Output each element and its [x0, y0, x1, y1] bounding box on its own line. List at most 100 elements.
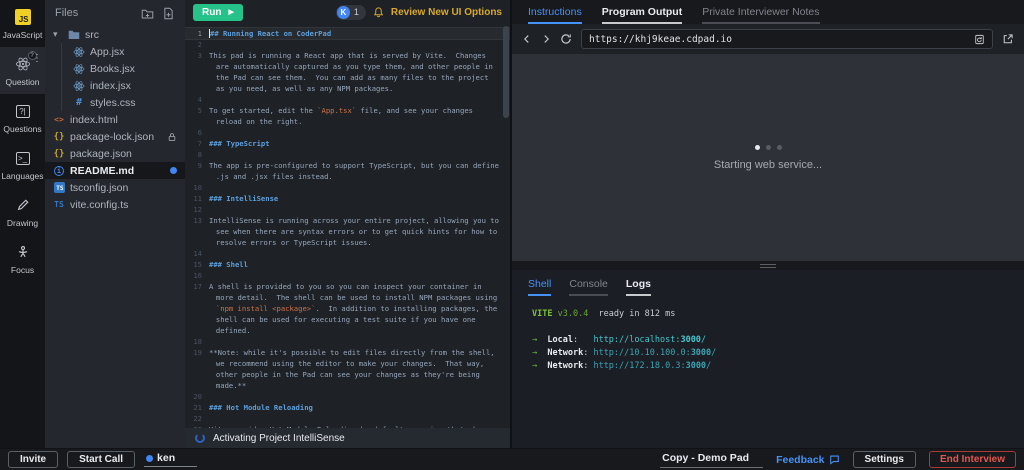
editor-scrollbar[interactable] [503, 26, 509, 118]
sidebar-item-drawing[interactable]: Drawing [0, 188, 45, 235]
line-number: 10 [185, 182, 209, 193]
line-number: 9 [185, 160, 209, 182]
code-line: 20 [185, 391, 510, 402]
code-line: 18 [185, 336, 510, 347]
file-panel: Files ▾srcApp.jsxBooks.jsxindex.jsx#styl… [45, 0, 185, 448]
file-tree-item-tsconfig-json[interactable]: TStsconfig.json [45, 179, 185, 196]
invite-button[interactable]: Invite [8, 451, 58, 468]
file-tree-item-src[interactable]: ▾src [45, 26, 185, 43]
start-call-button[interactable]: Start Call [67, 451, 135, 468]
file-name: index.jsx [90, 80, 131, 92]
review-new-ui-options-link[interactable]: Review New UI Options [391, 7, 502, 18]
code-line: 2 [185, 39, 510, 50]
line-number: 3 [185, 50, 209, 94]
presence-badge[interactable]: K 1 [336, 5, 366, 20]
code-line: 12 [185, 204, 510, 215]
bell-icon[interactable] [373, 6, 384, 18]
tab-program-output[interactable]: Program Output [602, 6, 683, 24]
code-line: 22 [185, 413, 510, 424]
end-interview-button[interactable]: End Interview [929, 451, 1016, 468]
file-tree-item-index-html[interactable]: <>index.html [45, 111, 185, 128]
file-tree-item-styles-css[interactable]: # styles.css [45, 94, 185, 111]
line-number: 20 [185, 391, 209, 402]
line-number: 6 [185, 127, 209, 138]
user-name-field[interactable]: ken [144, 452, 197, 467]
unsaved-dot [170, 167, 177, 174]
reload-icon[interactable] [560, 33, 572, 45]
sidebar-item-label: Focus [11, 265, 34, 275]
line-number: 5 [185, 105, 209, 127]
sidebar-item-label: JavaScript [3, 30, 43, 40]
code-editor[interactable]: 1## Running React on CoderPad23This pad … [185, 24, 510, 428]
console-resize-handle[interactable] [512, 261, 1024, 270]
chevron-down-icon[interactable]: ▾ [53, 29, 63, 40]
output-tab-bar: Instructions Program Output Private Inte… [512, 0, 1024, 24]
feedback-link[interactable]: Feedback [776, 454, 839, 466]
file-tree-item-books-jsx[interactable]: Books.jsx [45, 60, 185, 77]
avatar: K [337, 6, 350, 19]
file-tree-item-vite-config-ts[interactable]: TSvite.config.ts [45, 196, 185, 213]
sidebar-item-focus[interactable]: Focus [0, 235, 45, 282]
file-tree-item-readme-md[interactable]: iREADME.md [45, 162, 185, 179]
play-icon: ▶ [228, 8, 233, 16]
code-line: 19**Note: while it's possible to edit fi… [185, 347, 510, 391]
folder-file-icon [68, 29, 80, 40]
back-icon[interactable] [522, 34, 532, 44]
line-number: 14 [185, 248, 209, 259]
tab-shell[interactable]: Shell [528, 278, 551, 296]
braces-file-icon: {} [53, 132, 65, 142]
code-line: 16 [185, 270, 510, 281]
code-line: 11### IntelliSense [185, 193, 510, 204]
sidebar-item-label: Question [5, 77, 39, 87]
sidebar-item-questions[interactable]: ?|Questions [0, 94, 45, 141]
file-tree-item-package-json[interactable]: {} package.json [45, 145, 185, 162]
pad-title-field[interactable]: Copy - Demo Pad [660, 451, 763, 468]
loading-spinner-icon [195, 433, 205, 443]
code-line: 8 [185, 149, 510, 160]
left-icon-rail: JSJavaScript?⋮Question?|Questions>_Langu… [0, 0, 45, 448]
file-name: styles.css [90, 97, 136, 109]
info-file-icon: i [53, 166, 65, 176]
tab-private-interviewer-notes[interactable]: Private Interviewer Notes [702, 6, 819, 24]
file-name: App.jsx [90, 46, 124, 58]
open-external-icon[interactable] [1002, 33, 1014, 45]
file-tree: ▾src App.jsx Books.jsx index.jsx # styles.css… [45, 26, 185, 448]
log-output: VITE v3.0.4 ready in 812 ms → Local: htt… [512, 296, 1024, 373]
sidebar-item-javascript[interactable]: JS JavaScript [0, 0, 45, 47]
devtools-icon[interactable] [974, 34, 985, 45]
file-name: package-lock.json [70, 131, 154, 143]
log-line: → Network: http://172.18.0.3:3000/ [532, 360, 1024, 373]
kebab-menu-icon[interactable]: ⋮ [32, 54, 42, 64]
line-number: 7 [185, 138, 209, 149]
sidebar-item-languages[interactable]: >_Languages [0, 141, 45, 188]
forward-icon[interactable] [541, 34, 551, 44]
settings-button[interactable]: Settings [853, 451, 916, 468]
url-input[interactable]: https://khj9keae.cdpad.io [581, 29, 993, 49]
file-tree-item-index-jsx[interactable]: index.jsx [45, 77, 185, 94]
file-tree-item-package-lock-json[interactable]: {} package-lock.json [45, 128, 185, 145]
code-line: 10 [185, 182, 510, 193]
tab-instructions[interactable]: Instructions [528, 6, 582, 24]
react-file-icon [73, 63, 85, 75]
sidebar-item-question[interactable]: ?⋮Question [0, 47, 45, 94]
new-file-icon[interactable] [162, 7, 175, 20]
react-file-icon [73, 80, 85, 92]
hash-file-icon: # [73, 97, 85, 108]
code-line: 14 [185, 248, 510, 259]
tab-logs[interactable]: Logs [626, 278, 651, 296]
file-name: package.json [70, 148, 132, 160]
run-button[interactable]: Run ▶ [193, 4, 243, 21]
new-folder-icon[interactable] [141, 7, 154, 20]
status-text: Activating Project IntelliSense [213, 433, 345, 444]
file-name: index.html [70, 114, 118, 126]
terminal-icon: >_ [14, 149, 32, 167]
code-line: 7### TypeScript [185, 138, 510, 149]
console-tab-bar: Shell Console Logs [512, 270, 1024, 296]
javascript-icon: JS [14, 8, 32, 26]
line-number: 16 [185, 270, 209, 281]
tab-console[interactable]: Console [569, 278, 608, 296]
line-number: 17 [185, 281, 209, 336]
braces-file-icon: {} [53, 149, 65, 159]
browser-toolbar: https://khj9keae.cdpad.io [512, 24, 1024, 54]
file-tree-item-app-jsx[interactable]: App.jsx [45, 43, 185, 60]
